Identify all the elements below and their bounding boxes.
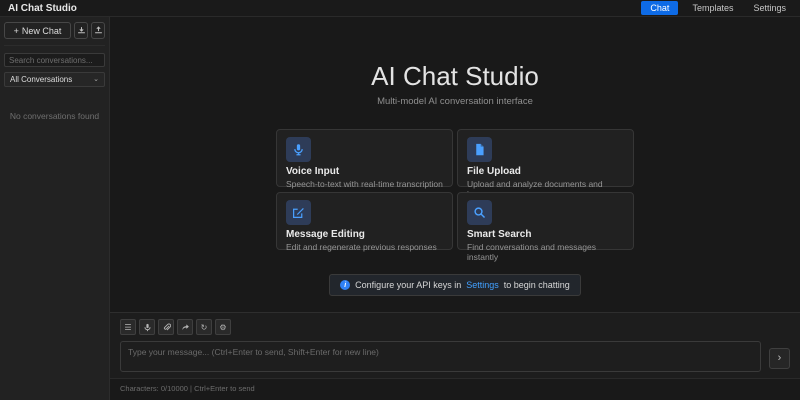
import-icon	[77, 26, 86, 35]
banner-text-before: Configure your API keys in	[355, 280, 461, 290]
import-button[interactable]	[74, 22, 88, 39]
top-bar: AI Chat Studio Chat Templates Settings	[0, 0, 800, 17]
composer-status-bar: Characters: 0/10000 | Ctrl+Enter to send	[110, 378, 800, 400]
app-window: AI Chat Studio Chat Templates Settings +…	[0, 0, 800, 400]
tab-templates[interactable]: Templates	[686, 2, 739, 14]
share-icon[interactable]	[177, 319, 193, 335]
app-title: AI Chat Studio	[8, 3, 77, 14]
composer-toolbar: ☰	[120, 319, 790, 335]
refresh-icon[interactable]: ↻	[196, 319, 212, 335]
gear-icon[interactable]: ⚙	[215, 319, 231, 335]
send-arrow-icon: ›	[778, 353, 782, 364]
export-button[interactable]	[91, 22, 105, 39]
card-description: Edit and regenerate previous responses	[286, 242, 443, 252]
search-icon	[467, 200, 492, 225]
card-title: Smart Search	[467, 229, 624, 240]
attachment-icon[interactable]	[158, 319, 174, 335]
conversations-sidebar: + New Chat	[0, 17, 110, 400]
tab-chat[interactable]: Chat	[641, 1, 678, 15]
character-counter: Characters: 0/10000 | Ctrl+Enter to send	[120, 384, 255, 393]
card-description: Speech-to-text with real-time transcript…	[286, 179, 443, 189]
microphone-icon	[286, 137, 311, 162]
edit-icon	[286, 200, 311, 225]
send-button[interactable]: ›	[769, 348, 790, 369]
filter-selected-value: All Conversations	[10, 75, 72, 84]
top-nav: Chat Templates Settings	[641, 1, 792, 15]
message-input[interactable]	[120, 341, 761, 372]
tab-settings[interactable]: Settings	[747, 2, 792, 14]
card-title: Voice Input	[286, 166, 443, 177]
feature-card-voice-input[interactable]: Voice Input Speech-to-text with real-tim…	[276, 129, 453, 187]
composer-input-row: ›	[120, 341, 790, 372]
chat-messages-area: AI Chat Studio Multi-model AI conversati…	[110, 17, 800, 312]
feature-cards: Voice Input Speech-to-text with real-tim…	[276, 129, 634, 250]
banner-settings-link[interactable]: Settings	[466, 280, 499, 290]
new-chat-label: New Chat	[22, 26, 62, 36]
feature-card-message-editing[interactable]: Message Editing Edit and regenerate prev…	[276, 192, 453, 250]
card-description: Find conversations and messages instantl…	[467, 242, 624, 262]
card-title: File Upload	[467, 166, 624, 177]
welcome-panel: AI Chat Studio Multi-model AI conversati…	[110, 61, 800, 296]
list-icon[interactable]: ☰	[120, 319, 136, 335]
sidebar-actions-row: + New Chat	[4, 22, 105, 46]
welcome-title: AI Chat Studio	[110, 61, 800, 92]
conversations-filter-dropdown[interactable]: All Conversations ⌄	[4, 72, 105, 87]
search-conversations-input[interactable]	[4, 53, 105, 67]
chat-main: AI Chat Studio Multi-model AI conversati…	[110, 17, 800, 400]
new-chat-button[interactable]: + New Chat	[4, 22, 71, 39]
microphone-icon[interactable]	[139, 319, 155, 335]
banner-text-after: to begin chatting	[504, 280, 570, 290]
info-icon: i	[340, 280, 350, 290]
file-icon	[467, 137, 492, 162]
chevron-down-icon: ⌄	[93, 76, 99, 83]
card-title: Message Editing	[286, 229, 443, 240]
plus-icon: +	[14, 26, 19, 36]
api-keys-banner: i Configure your API keys in Settings to…	[329, 274, 581, 296]
message-composer: ☰	[110, 312, 800, 400]
empty-conversations-message: No conversations found	[4, 111, 105, 121]
export-icon	[94, 26, 103, 35]
feature-card-smart-search[interactable]: Smart Search Find conversations and mess…	[457, 192, 634, 250]
welcome-subtitle: Multi-model AI conversation interface	[110, 96, 800, 107]
feature-card-file-upload[interactable]: File Upload Upload and analyze documents…	[457, 129, 634, 187]
